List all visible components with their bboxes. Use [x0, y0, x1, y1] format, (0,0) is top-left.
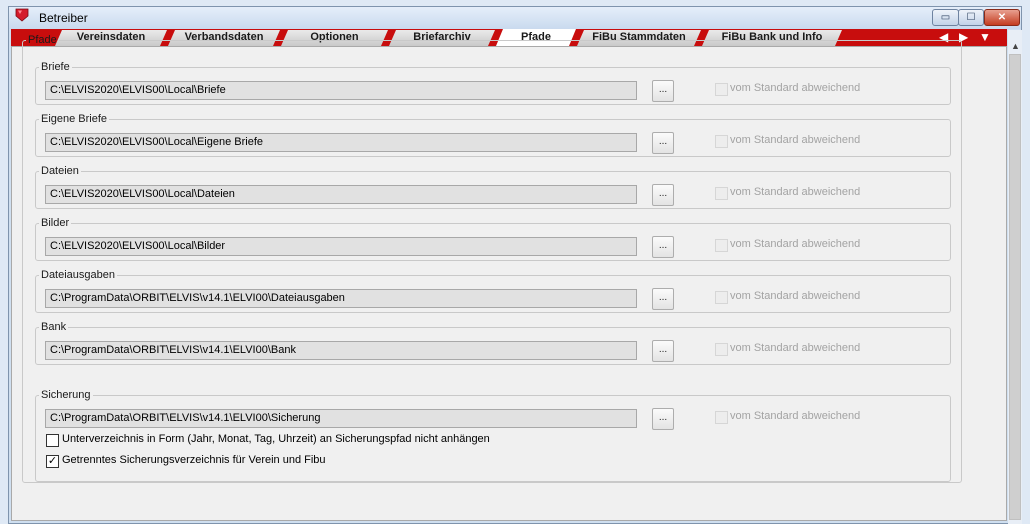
bilder-path-field[interactable]: C:\ELVIS2020\ELVIS00\Local\Bilder: [45, 237, 637, 256]
getrenntes-verzeichnis-label: Getrenntes Sicherungsverzeichnis für Ver…: [62, 454, 326, 466]
bank-std-checkbox[interactable]: [715, 343, 728, 356]
bilder-browse-button[interactable]: ...: [652, 236, 674, 258]
bank-title: Bank: [41, 321, 67, 333]
getrenntes-verzeichnis-checkbox[interactable]: ✓: [46, 455, 59, 468]
sicherung-browse-button[interactable]: ...: [652, 408, 674, 430]
eigene-briefe-browse-button[interactable]: ...: [652, 132, 674, 154]
tab-menu-icon[interactable]: ▼: [979, 31, 991, 43]
briefe-path-field[interactable]: C:\ELVIS2020\ELVIS00\Local\Briefe: [45, 81, 637, 100]
briefe-title: Briefe: [41, 61, 70, 73]
pfade-group: Pfade Briefe C:\ELVIS2020\ELVIS00\Local\…: [22, 34, 962, 483]
window-title: Betreiber: [39, 11, 88, 25]
scroll-up-icon[interactable]: ▲: [1011, 41, 1020, 51]
app-heart-icon: [15, 8, 29, 22]
dateien-std-checkbox[interactable]: [715, 187, 728, 200]
dateien-std-label: vom Standard abweichend: [730, 186, 861, 198]
pfade-title: Pfade: [28, 34, 57, 46]
bank-std-label: vom Standard abweichend: [730, 342, 861, 354]
title-bar[interactable]: Betreiber ▭ ☐ ✕: [9, 7, 1021, 29]
dateien-browse-button[interactable]: ...: [652, 184, 674, 206]
vertical-scrollbar[interactable]: ▲: [1008, 30, 1022, 524]
dateien-group: Dateien C:\ELVIS2020\ELVIS00\Local\Datei…: [35, 165, 951, 209]
eigene-briefe-path-field[interactable]: C:\ELVIS2020\ELVIS00\Local\Eigene Briefe: [45, 133, 637, 152]
bilder-std-checkbox[interactable]: [715, 239, 728, 252]
eigene-briefe-title: Eigene Briefe: [41, 113, 108, 125]
eigene-briefe-group: Eigene Briefe C:\ELVIS2020\ELVIS00\Local…: [35, 113, 951, 157]
sicherung-std-label: vom Standard abweichend: [730, 410, 861, 422]
close-button[interactable]: ✕: [984, 9, 1020, 26]
dateien-title: Dateien: [41, 165, 79, 177]
bank-browse-button[interactable]: ...: [652, 340, 674, 362]
client-area: Pfade Briefe C:\ELVIS2020\ELVIS00\Local\…: [11, 34, 1007, 521]
bank-group: Bank C:\ProgramData\ORBIT\ELVIS\v14.1\EL…: [35, 321, 951, 365]
dateiausgaben-path-field[interactable]: C:\ProgramData\ORBIT\ELVIS\v14.1\ELVI00\…: [45, 289, 637, 308]
dateiausgaben-group: Dateiausgaben C:\ProgramData\ORBIT\ELVIS…: [35, 269, 951, 313]
maximize-button[interactable]: ☐: [958, 9, 984, 26]
dateiausgaben-title: Dateiausgaben: [41, 269, 116, 281]
unterverzeichnis-label: Unterverzeichnis in Form (Jahr, Monat, T…: [62, 433, 490, 445]
dateiausgaben-std-checkbox[interactable]: [715, 291, 728, 304]
bilder-std-label: vom Standard abweichend: [730, 238, 861, 250]
bilder-title: Bilder: [41, 217, 70, 229]
bank-path-field[interactable]: C:\ProgramData\ORBIT\ELVIS\v14.1\ELVI00\…: [45, 341, 637, 360]
sicherung-group: Sicherung C:\ProgramData\ORBIT\ELVIS\v14…: [35, 389, 951, 482]
eigene-briefe-std-label: vom Standard abweichend: [730, 134, 861, 146]
dateiausgaben-browse-button[interactable]: ...: [652, 288, 674, 310]
dateien-path-field[interactable]: C:\ELVIS2020\ELVIS00\Local\Dateien: [45, 185, 637, 204]
sicherung-std-checkbox[interactable]: [715, 411, 728, 424]
betreiber-window: Betreiber ▭ ☐ ✕ Vereinsdaten Verbandsdat…: [8, 6, 1022, 524]
unterverzeichnis-checkbox[interactable]: [46, 434, 59, 447]
briefe-browse-button[interactable]: ...: [652, 80, 674, 102]
sicherung-title: Sicherung: [41, 389, 91, 401]
briefe-std-checkbox[interactable]: [715, 83, 728, 96]
sicherung-path-field[interactable]: C:\ProgramData\ORBIT\ELVIS\v14.1\ELVI00\…: [45, 409, 637, 428]
briefe-group: Briefe C:\ELVIS2020\ELVIS00\Local\Briefe…: [35, 61, 951, 105]
eigene-briefe-std-checkbox[interactable]: [715, 135, 728, 148]
briefe-std-label: vom Standard abweichend: [730, 82, 861, 94]
scroll-thumb[interactable]: [1009, 54, 1021, 520]
minimize-button[interactable]: ▭: [932, 9, 959, 26]
dateiausgaben-std-label: vom Standard abweichend: [730, 290, 861, 302]
bilder-group: Bilder C:\ELVIS2020\ELVIS00\Local\Bilder…: [35, 217, 951, 261]
